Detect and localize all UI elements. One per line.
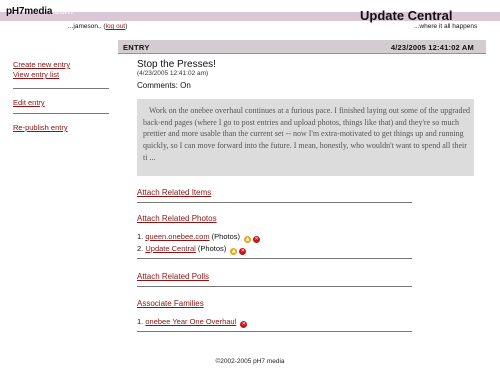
families-list: 1. onebee Year One Overhaul ✕: [137, 316, 470, 328]
up-arrow-icon[interactable]: ▲: [230, 248, 238, 255]
entry-section-label: ENTRY: [123, 43, 150, 52]
page-header: pH7media.com Update Central ...jameson..…: [0, 0, 500, 36]
list-item: 1. queen.onebee.com (Photos) ▲ ✕: [137, 231, 470, 243]
entry-body: Work on the onebee overhaul continues at…: [137, 99, 474, 176]
delete-icon[interactable]: ✕: [240, 321, 248, 328]
attach-related-photos-link[interactable]: Attach Related Photos: [137, 214, 470, 223]
list-item: 1. onebee Year One Overhaul ✕: [137, 316, 470, 328]
list-item: 2. Update Central (Photos) ▲ ✕: [137, 243, 470, 255]
attach-related-polls-link[interactable]: Attach Related Polls: [137, 272, 470, 281]
related-polls-section: Attach Related Polls: [137, 272, 470, 287]
edit-entry-link[interactable]: Edit entry: [13, 98, 103, 108]
view-entry-list-link[interactable]: View entry list: [13, 70, 103, 80]
family-link-onebee-year-one[interactable]: onebee Year One Overhaul: [145, 317, 236, 326]
logout-link[interactable]: log out: [106, 23, 126, 30]
entry-panel: ENTRY 4/23/2005 12:41:02 AM Stop the Pre…: [118, 40, 486, 332]
item-number: 1.: [137, 317, 144, 326]
republish-entry-link[interactable]: Re-publish entry: [13, 123, 103, 133]
delete-icon[interactable]: ✕: [239, 248, 247, 255]
section-divider: [137, 331, 412, 332]
families-section: Associate Families 1. onebee Year One Ov…: [137, 299, 470, 332]
photo-link-update-central[interactable]: Update Central: [145, 244, 195, 253]
logo-suffix: .com: [52, 6, 74, 17]
related-photos-section: Attach Related Photos 1. queen.onebee.co…: [137, 214, 470, 259]
section-divider: [137, 286, 412, 287]
tagline: ...where it all happens: [414, 23, 478, 30]
footer-copyright: ©2002-2005 pH7 media: [215, 358, 285, 365]
entry-timestamp: (4/23/2005 12:41:02 am): [137, 70, 209, 77]
attach-related-items-link[interactable]: Attach Related Items: [137, 188, 470, 197]
item-number: 1.: [137, 232, 144, 241]
create-new-entry-link[interactable]: Create new entry: [13, 60, 103, 70]
related-photos-list: 1. queen.onebee.com (Photos) ▲ ✕ 2. Updat…: [137, 231, 470, 255]
username: ...jameson..: [68, 23, 102, 30]
site-logo[interactable]: pH7media.com: [6, 6, 73, 17]
user-info: ...jameson.. (log out): [68, 23, 127, 30]
section-divider: [137, 258, 412, 259]
sidebar: Create new entry View entry list Edit en…: [13, 60, 109, 133]
entry-title: Stop the Presses!: [137, 59, 216, 70]
logout-close-paren: ): [125, 23, 128, 30]
entry-header-bar: ENTRY 4/23/2005 12:41:02 AM: [118, 40, 486, 54]
section-divider: [137, 202, 412, 203]
comments-status: Comments: On: [137, 81, 191, 90]
logo-main: pH7media: [6, 6, 53, 17]
delete-icon[interactable]: ✕: [253, 236, 261, 243]
up-arrow-icon[interactable]: ▲: [244, 236, 252, 243]
sidebar-divider: [13, 88, 109, 89]
site-title: Update Central: [360, 8, 453, 23]
sidebar-divider: [13, 113, 109, 114]
related-items-section: Attach Related Items: [137, 188, 470, 203]
item-type: (Photos): [209, 232, 241, 241]
photo-link-queen[interactable]: queen.onebee.com: [145, 232, 209, 241]
entry-date: 4/23/2005 12:41:02 AM: [390, 43, 474, 52]
associate-families-link[interactable]: Associate Families: [137, 299, 470, 308]
item-number: 2.: [137, 244, 144, 253]
item-type: (Photos): [195, 244, 227, 253]
